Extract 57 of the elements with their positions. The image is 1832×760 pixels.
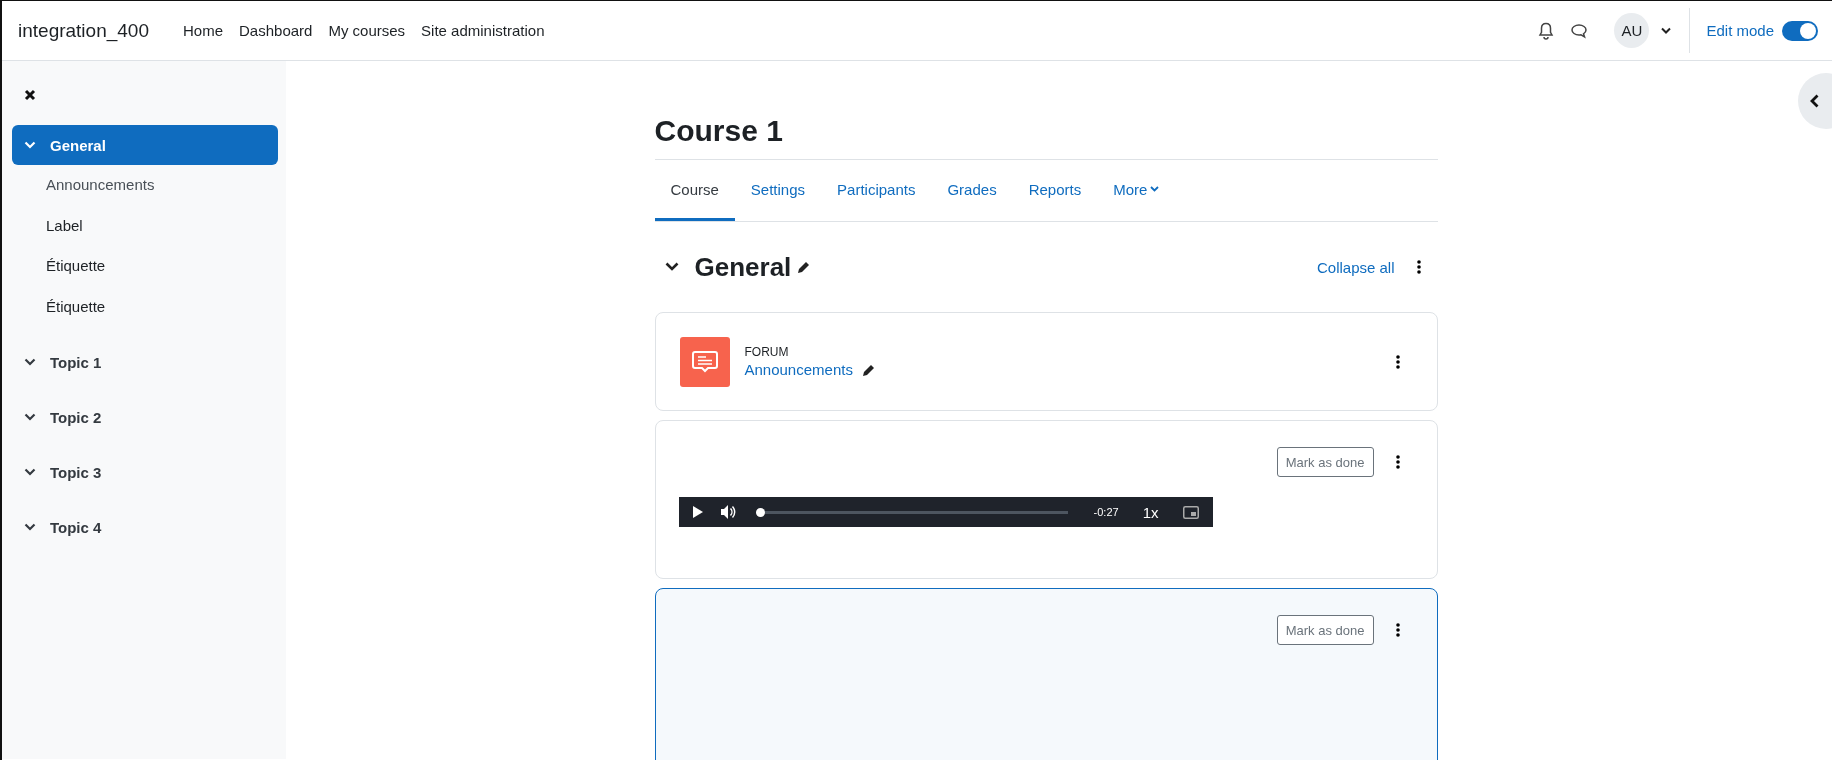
chevron-icon bbox=[24, 358, 36, 366]
pencil-icon[interactable] bbox=[861, 362, 876, 377]
course-tab[interactable]: Settings bbox=[734, 160, 822, 221]
kebab-menu-icon[interactable] bbox=[1416, 260, 1421, 274]
user-avatar[interactable]: AU bbox=[1614, 13, 1650, 48]
volume-icon[interactable] bbox=[720, 505, 737, 519]
sidebar-section-item[interactable]: General bbox=[12, 125, 278, 165]
bell-icon[interactable] bbox=[1538, 21, 1555, 40]
course-tab[interactable]: Course bbox=[654, 160, 735, 221]
pencil-icon[interactable] bbox=[797, 260, 812, 274]
forum-icon bbox=[679, 336, 730, 387]
caret-icon[interactable] bbox=[1661, 27, 1672, 34]
sidebar-activity-item[interactable]: Label bbox=[12, 205, 278, 246]
sidebar-section-item[interactable]: Topic 3 bbox=[12, 452, 278, 492]
nav-link[interactable]: My courses bbox=[328, 22, 406, 39]
nav-link[interactable]: Home bbox=[183, 22, 223, 39]
chevron-icon bbox=[24, 523, 36, 531]
chevron-icon bbox=[24, 468, 36, 476]
picture-in-picture-icon[interactable] bbox=[1182, 505, 1199, 519]
chevron-icon bbox=[24, 413, 36, 421]
course-tab[interactable]: More bbox=[1097, 160, 1176, 221]
mark-as-done-button[interactable]: Mark as done bbox=[1276, 447, 1374, 477]
chat-bubble-icon[interactable] bbox=[1570, 22, 1589, 39]
collapse-all-link[interactable]: Collapse all bbox=[1316, 258, 1395, 276]
sidebar-section-item[interactable]: Topic 1 bbox=[12, 342, 278, 382]
activity-card[interactable]: FORUM Announcements bbox=[654, 312, 1438, 411]
kebab-menu-icon[interactable] bbox=[1395, 354, 1400, 369]
time-remaining: -0:27 bbox=[1093, 506, 1119, 518]
site-name[interactable]: integration_400 bbox=[18, 19, 149, 42]
kebab-menu-icon[interactable] bbox=[1395, 455, 1400, 469]
course-title: Course 1 bbox=[654, 105, 1438, 160]
sidebar-activity-item[interactable]: Announcements bbox=[12, 165, 278, 206]
close-icon[interactable] bbox=[24, 89, 36, 101]
chevron-left-icon bbox=[1810, 94, 1819, 108]
activity-card[interactable]: Mark as done -0:27 1x bbox=[654, 420, 1438, 579]
play-icon[interactable] bbox=[692, 506, 703, 518]
sidebar-activity-item[interactable]: Étiquette bbox=[12, 246, 278, 287]
edit-mode-toggle[interactable] bbox=[1782, 20, 1818, 41]
nav-link[interactable]: Site administration bbox=[421, 22, 545, 39]
course-tab[interactable]: Reports bbox=[1012, 160, 1098, 221]
activity-card[interactable]: Mark as done bbox=[654, 588, 1438, 760]
playback-speed[interactable]: 1x bbox=[1142, 503, 1159, 521]
edit-mode-label: Edit mode bbox=[1706, 22, 1774, 39]
sidebar-section-item[interactable]: Topic 4 bbox=[12, 507, 278, 547]
course-tab[interactable]: Grades bbox=[931, 160, 1013, 221]
sidebar-activity-item[interactable]: Étiquette bbox=[12, 286, 278, 327]
chevron-icon[interactable] bbox=[664, 262, 679, 272]
chevron-icon bbox=[24, 141, 36, 149]
kebab-menu-icon[interactable] bbox=[1395, 623, 1400, 637]
activity-type-label: FORUM bbox=[744, 345, 790, 359]
section-title: General bbox=[694, 251, 792, 283]
sidebar-section-item[interactable]: Topic 2 bbox=[12, 397, 278, 437]
nav-link[interactable]: Dashboard bbox=[239, 22, 313, 39]
activity-link[interactable]: Announcements bbox=[744, 361, 853, 378]
progress-thumb[interactable] bbox=[755, 507, 765, 517]
mark-as-done-button[interactable]: Mark as done bbox=[1276, 615, 1374, 645]
course-tab[interactable]: Participants bbox=[821, 160, 932, 221]
